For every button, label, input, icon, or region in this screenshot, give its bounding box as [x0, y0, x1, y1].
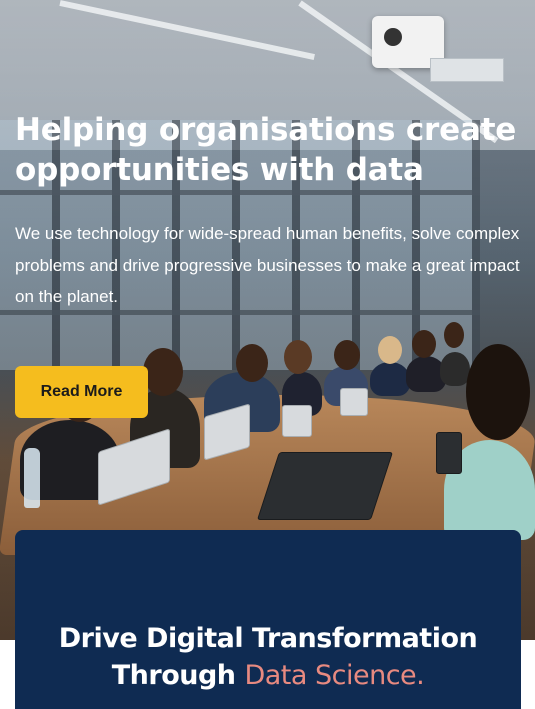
transformation-card: Drive Digital Transformation Through Dat… [15, 530, 521, 709]
person-head [466, 344, 530, 440]
laptop-image [256, 452, 394, 520]
water-bottle-image [24, 448, 40, 508]
laptop-image [282, 405, 312, 437]
hero-title: Helping organisations create opportuniti… [15, 110, 530, 190]
tablet-image [436, 432, 462, 474]
person-figure [370, 362, 410, 396]
hero-title-line: opportunities with data [15, 152, 424, 188]
card-title: Drive Digital Transformation Through Dat… [15, 620, 521, 694]
ceiling-vent [430, 58, 504, 82]
window-frame [0, 190, 480, 195]
page: Helping organisations create opportuniti… [0, 0, 535, 709]
hero-title-line: Helping organisations create [15, 112, 517, 148]
card-title-accent: Data Science. [244, 660, 425, 691]
card-title-line: Drive Digital Transformation [58, 623, 478, 654]
card-title-prefix: Through [111, 660, 245, 691]
person-head [284, 340, 312, 374]
read-more-button[interactable]: Read More [15, 366, 148, 418]
person-head [334, 340, 360, 370]
projector-lens [384, 28, 402, 46]
hero-description: We use technology for wide-spread human … [15, 224, 520, 306]
person-head [444, 322, 464, 348]
person-head [143, 348, 183, 396]
laptop-image [340, 388, 368, 416]
person-head [236, 344, 268, 382]
person-figure [440, 352, 470, 386]
person-head [412, 330, 436, 358]
person-head [378, 336, 402, 364]
